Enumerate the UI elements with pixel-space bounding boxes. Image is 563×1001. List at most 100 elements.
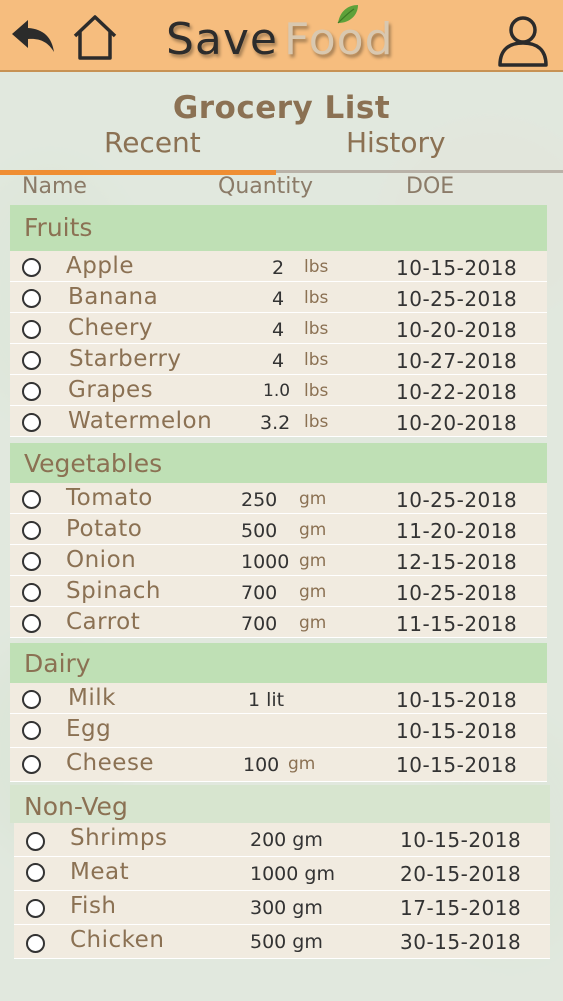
select-radio[interactable]: [22, 490, 41, 509]
column-header-quantity: Quantity: [218, 174, 314, 199]
back-arrow-icon[interactable]: [6, 14, 58, 58]
tab-recent[interactable]: Recent: [104, 126, 201, 159]
item-doe: 11-20-2018: [396, 519, 518, 543]
select-radio[interactable]: [22, 583, 41, 602]
column-header-name: Name: [22, 174, 87, 199]
section-header-non-veg: Non-Veg: [10, 785, 550, 823]
item-doe: 10-15-2018: [396, 688, 518, 712]
item-name: Cheese: [66, 750, 155, 776]
tab-history[interactable]: History: [346, 126, 446, 159]
list-item[interactable]: Carrot 700 gm 11-15-2018: [10, 607, 547, 638]
item-name: Meat: [70, 859, 130, 885]
select-radio[interactable]: [22, 721, 41, 740]
select-radio[interactable]: [22, 320, 41, 339]
select-radio[interactable]: [22, 614, 41, 633]
item-unit: gm: [299, 489, 327, 509]
section-dairy: Dairy Milk 1 lit 10-15-2018 Egg 10-15-20…: [10, 643, 547, 782]
item-doe: 10-27-2018: [396, 349, 518, 373]
item-name: Cheery: [68, 315, 154, 341]
list-item[interactable]: Fish 300 gm 17-15-2018: [14, 891, 550, 925]
section-header-fruits: Fruits: [10, 205, 547, 251]
item-doe: 10-20-2018: [396, 318, 518, 342]
item-unit: gm: [299, 551, 327, 571]
item-quantity: 500 gm: [250, 931, 323, 953]
list-item[interactable]: Grapes 1.0 lbs 10-22-2018: [10, 375, 547, 406]
list-item[interactable]: Spinach 700 gm 10-25-2018: [10, 576, 547, 607]
page-title: Grocery List: [172, 90, 391, 126]
list-item[interactable]: Milk 1 lit 10-15-2018: [10, 683, 547, 714]
item-quantity: 1000 gm: [250, 863, 335, 885]
item-unit: lbs: [304, 381, 329, 401]
select-radio[interactable]: [22, 382, 41, 401]
item-unit: lbs: [304, 412, 329, 432]
select-radio[interactable]: [22, 413, 41, 432]
select-radio[interactable]: [26, 832, 45, 851]
item-name: Chicken: [70, 927, 165, 953]
section-fruits: Fruits Apple 2 lbs 10-15-2018 Banana 4 l…: [10, 205, 547, 437]
item-name: Milk: [68, 685, 116, 711]
list-item[interactable]: Shrimps 200 gm 10-15-2018: [14, 823, 550, 857]
item-doe: 10-15-2018: [396, 719, 518, 743]
list-item[interactable]: Banana 4 lbs 10-25-2018: [10, 282, 547, 313]
select-radio[interactable]: [22, 552, 41, 571]
item-name: Spinach: [66, 578, 161, 604]
list-item[interactable]: Apple 2 lbs 10-15-2018: [10, 251, 547, 282]
user-profile-icon[interactable]: [494, 10, 552, 68]
item-name: Banana: [68, 284, 159, 310]
list-item[interactable]: Watermelon 3.2 lbs 10-20-2018: [10, 406, 547, 437]
item-quantity: 1000: [241, 551, 290, 573]
item-name: Apple: [66, 253, 134, 279]
item-quantity: 1.0: [263, 381, 291, 401]
item-quantity: 4: [272, 350, 285, 372]
item-quantity: 250: [241, 489, 278, 511]
section-non-veg: Non-Veg Shrimps 200 gm 10-15-2018 Meat 1…: [10, 785, 550, 959]
item-doe: 10-20-2018: [396, 411, 518, 435]
section-header-dairy: Dairy: [10, 643, 547, 683]
list-item[interactable]: Onion 1000 gm 12-15-2018: [10, 545, 547, 576]
select-radio[interactable]: [22, 521, 41, 540]
item-doe: 12-15-2018: [396, 550, 518, 574]
item-name: Potato: [66, 516, 143, 542]
item-name: Onion: [66, 547, 137, 573]
list-item[interactable]: Egg 10-15-2018: [10, 714, 547, 748]
item-unit: gm: [288, 754, 316, 774]
item-quantity: 300 gm: [250, 897, 323, 919]
select-radio[interactable]: [22, 289, 41, 308]
item-name: Fish: [70, 893, 117, 919]
list-item[interactable]: Starberry 4 lbs 10-27-2018: [10, 344, 547, 375]
item-unit: gm: [299, 520, 327, 540]
item-doe: 20-15-2018: [400, 862, 522, 886]
list-item[interactable]: Cheery 4 lbs 10-20-2018: [10, 313, 547, 344]
select-radio[interactable]: [22, 258, 41, 277]
select-radio[interactable]: [22, 351, 41, 370]
item-name: Grapes: [68, 377, 154, 403]
item-quantity: 4: [272, 288, 285, 310]
item-doe: 11-15-2018: [396, 612, 518, 636]
list-item[interactable]: Cheese 100 gm 10-15-2018: [10, 748, 547, 782]
select-radio[interactable]: [22, 755, 41, 774]
item-unit: lbs: [304, 288, 329, 308]
section-header-vegetables: Vegetables: [10, 443, 547, 483]
select-radio[interactable]: [22, 690, 41, 709]
item-doe: 10-15-2018: [396, 753, 518, 777]
list-item[interactable]: Tomato 250 gm 10-25-2018: [10, 483, 547, 514]
item-doe: 10-15-2018: [400, 828, 522, 852]
item-doe: 17-15-2018: [400, 896, 522, 920]
select-radio[interactable]: [26, 899, 45, 918]
item-name: Carrot: [66, 609, 141, 635]
column-header-doe: DOE: [406, 174, 455, 199]
leaf-icon: [336, 3, 360, 25]
list-item[interactable]: Chicken 500 gm 30-15-2018: [14, 925, 550, 959]
item-name: Egg: [66, 716, 112, 742]
select-radio[interactable]: [26, 934, 45, 953]
item-quantity: 700: [241, 613, 278, 635]
item-doe: 30-15-2018: [400, 930, 522, 954]
list-item[interactable]: Potato 500 gm 11-20-2018: [10, 514, 547, 545]
select-radio[interactable]: [26, 863, 45, 882]
item-quantity: 100: [243, 754, 280, 776]
home-icon[interactable]: [68, 10, 122, 64]
list-item[interactable]: Meat 1000 gm 20-15-2018: [14, 857, 550, 891]
item-name: Watermelon: [68, 408, 213, 434]
app-header: Save Food: [0, 0, 563, 72]
section-vegetables: Vegetables Tomato 250 gm 10-25-2018 Pota…: [10, 443, 547, 638]
